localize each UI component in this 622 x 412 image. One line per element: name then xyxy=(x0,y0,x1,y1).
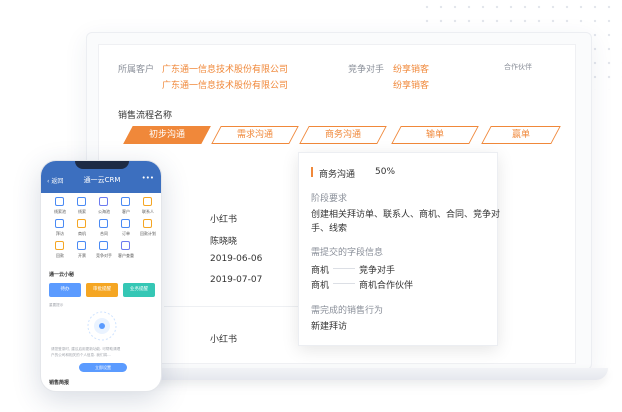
mobile-app-label: 订单 xyxy=(122,231,130,236)
detail-value-owner: 陈晓晓 xyxy=(210,237,238,247)
popup-field-object: 商机 xyxy=(311,281,330,291)
mobile-app-label: 线索池 xyxy=(54,209,66,214)
mobile-app-label: 商机 xyxy=(78,231,86,236)
popup-field-name: 商机合作伙伴 xyxy=(359,281,414,291)
contract-icon xyxy=(99,219,108,228)
mobile-app-tile[interactable]: 拜访 xyxy=(49,219,71,239)
dedupe-icon xyxy=(121,241,130,250)
popup-stage-name: 商务沟通 xyxy=(319,170,356,180)
customer-icon xyxy=(121,197,130,206)
mobile-button-label: 审批提醒 xyxy=(93,287,111,292)
mobile-app-label: 拜访 xyxy=(56,231,64,236)
phone-notch xyxy=(75,161,129,169)
clue-icon xyxy=(77,197,86,206)
popup-requirements-text: 创建相关拜访单、联系人、商机、合同、竞争对 xyxy=(311,210,501,220)
mobile-more-icon[interactable]: ••• xyxy=(142,174,154,182)
mobile-todo-button[interactable]: 待办 xyxy=(49,283,81,297)
mobile-app-tile[interactable]: 联系人 xyxy=(137,197,159,217)
mobile-hint-label: 重要提示 xyxy=(49,303,64,307)
mobile-app-mockup: ‹ 返回 通一云CRM ••• 线索池 线索 公海池 客户 联系人 拜访 商机 合同 订单 回款计… xyxy=(40,160,162,392)
popup-requirements-text: 手、线索 xyxy=(311,224,348,234)
stage-label: 商务沟通 xyxy=(324,130,361,140)
opportunity-icon xyxy=(77,219,86,228)
competitor-label: 竞争对手 xyxy=(348,65,385,75)
stage-requirements-popup: 商务沟通 50% 阶段要求 创建相关拜访单、联系人、商机、合同、竞争对 手、线索… xyxy=(298,152,501,346)
payment-icon xyxy=(55,241,64,250)
laptop-base xyxy=(120,368,608,380)
mobile-approval-button[interactable]: 审批提醒 xyxy=(86,283,118,297)
mobile-app-tile[interactable]: 商机 xyxy=(71,219,93,239)
mobile-app-tile[interactable]: 公海池 xyxy=(93,197,115,217)
popup-action: 新建拜访 xyxy=(311,322,348,332)
customer-label: 所属客户 xyxy=(118,65,155,75)
mobile-app-label: 竞争对手 xyxy=(96,253,112,258)
mobile-app-label: 公海池 xyxy=(98,209,110,214)
sales-process-title: 销售流程名称 xyxy=(118,111,173,121)
mobile-app-label: 回款 xyxy=(56,253,64,258)
stage-label: 初步沟通 xyxy=(148,130,185,140)
mobile-cta-button[interactable]: 立即设置 xyxy=(79,363,127,372)
mobile-app-tile[interactable]: 线索 xyxy=(71,197,93,217)
mobile-app-tile[interactable]: 开票 xyxy=(71,241,93,261)
mobile-app-label: 客户查重 xyxy=(118,253,134,258)
mobile-app-tile[interactable]: 客户查重 xyxy=(115,241,137,261)
popup-requirements-title: 阶段要求 xyxy=(311,194,348,204)
mobile-app-label: 线索 xyxy=(78,209,86,214)
mobile-section-title: 通一云小秘 xyxy=(49,272,75,278)
mobile-button-label: 业务提醒 xyxy=(130,287,148,292)
popup-stage-percent: 50% xyxy=(375,167,396,177)
mobile-body-text: 户的公司和相关的个人信息. 我们将... xyxy=(51,353,111,357)
mobile-footer-title: 销售简报 xyxy=(49,380,70,386)
competitor-link[interactable]: 纷享销客 xyxy=(393,62,429,75)
detail-value-name: 小红书 xyxy=(210,335,238,345)
customer-link[interactable]: 广东通一信息技术股份有限公司 xyxy=(162,62,288,75)
invoice-icon xyxy=(77,241,86,250)
popup-fields-title: 需提交的字段信息 xyxy=(311,248,384,258)
mobile-app-tile[interactable]: 线索池 xyxy=(49,197,71,217)
mobile-app-tile[interactable]: 回款计划 xyxy=(137,219,159,239)
mobile-app-label: 回款计划 xyxy=(140,231,156,236)
contact-icon xyxy=(143,197,152,206)
mobile-business-button[interactable]: 业务提醒 xyxy=(123,283,155,297)
mobile-button-label: 待办 xyxy=(60,287,70,292)
popup-actions-title: 需完成的销售行为 xyxy=(311,306,384,316)
visit-icon xyxy=(55,219,64,228)
popup-field-name: 竞争对手 xyxy=(359,266,396,276)
mobile-app-tile[interactable]: 竞争对手 xyxy=(93,241,115,261)
popup-field-connector xyxy=(333,283,355,284)
mobile-app-tile[interactable]: 回款 xyxy=(49,241,71,261)
clue-pool-icon xyxy=(55,197,64,206)
mobile-app-tile[interactable]: 合同 xyxy=(93,219,115,239)
popup-field-connector xyxy=(333,268,355,269)
customer-link[interactable]: 广东通一信息技术股份有限公司 xyxy=(162,78,288,91)
order-icon xyxy=(121,219,130,228)
detail-value-name: 小红书 xyxy=(210,215,238,225)
illustration-icon xyxy=(87,311,117,341)
stage-label: 需求沟通 xyxy=(236,130,273,140)
popup-field-object: 商机 xyxy=(311,266,330,276)
mobile-app-label: 合同 xyxy=(100,231,108,236)
competitor-link[interactable]: 纷享销客 xyxy=(393,78,429,91)
stage-label: 输单 xyxy=(425,130,444,140)
stage-label: 赢单 xyxy=(511,130,530,140)
divider xyxy=(164,306,300,307)
mobile-app-tile[interactable]: 订单 xyxy=(115,219,137,239)
detail-value-date: 2019-07-07 xyxy=(210,275,263,285)
detail-value-date: 2019-06-06 xyxy=(210,254,263,264)
payment-plan-icon xyxy=(143,219,152,228)
mobile-app-label: 开票 xyxy=(78,253,86,258)
sea-pool-icon xyxy=(99,197,108,206)
competitor-icon xyxy=(99,241,108,250)
partner-label: 合作伙伴 xyxy=(504,63,532,71)
popup-accent-bar xyxy=(311,167,313,177)
mobile-app-tile[interactable]: 客户 xyxy=(115,197,137,217)
mobile-app-label: 联系人 xyxy=(142,209,154,214)
mobile-body-text: 请您登录时, 建议启用更新功能. 可帮助清理 xyxy=(51,347,121,351)
mobile-app-label: 客户 xyxy=(122,209,130,214)
